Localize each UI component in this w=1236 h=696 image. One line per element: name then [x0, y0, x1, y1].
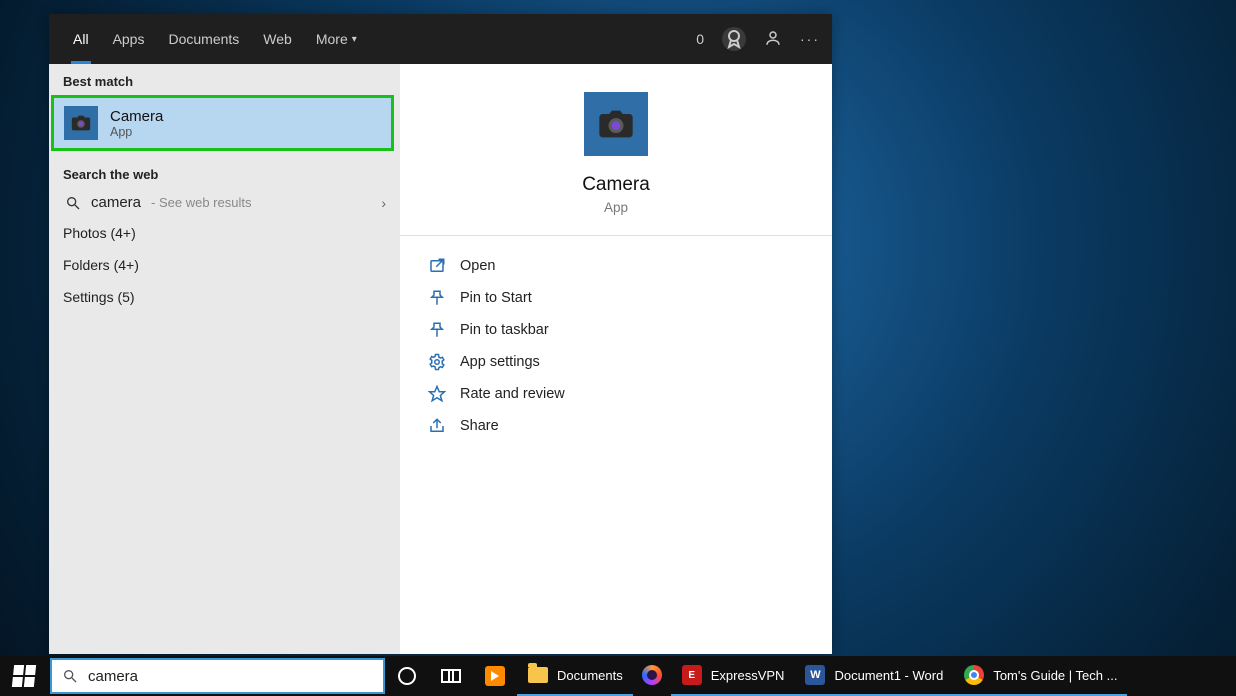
- tab-more[interactable]: More ▾: [304, 14, 369, 64]
- tab-apps[interactable]: Apps: [101, 14, 157, 64]
- result-preview-pane: Camera App Open Pin to Start Pin: [400, 64, 832, 654]
- star-icon: [428, 385, 446, 403]
- taskbar-app-expressvpn[interactable]: E ExpressVPN: [671, 656, 795, 696]
- feedback-icon[interactable]: [764, 29, 782, 50]
- web-hint-text: - See web results: [151, 195, 251, 210]
- action-pin-start[interactable]: Pin to Start: [424, 282, 808, 314]
- taskbar-search-input[interactable]: [88, 668, 373, 685]
- action-share-label: Share: [460, 418, 499, 434]
- taskbar-word-label: Document1 - Word: [834, 668, 943, 683]
- taskbar-app-documents[interactable]: Documents: [517, 656, 633, 696]
- pin-icon: [428, 289, 446, 307]
- action-pin-taskbar-label: Pin to taskbar: [460, 322, 549, 338]
- taskbar-expressvpn-label: ExpressVPN: [711, 668, 785, 683]
- cortana-icon: [398, 667, 416, 685]
- expressvpn-icon: E: [682, 665, 702, 685]
- action-app-settings[interactable]: App settings: [424, 346, 808, 378]
- camera-app-icon: [64, 106, 98, 140]
- chrome-icon: [964, 665, 984, 685]
- desktop: All Apps Documents Web More ▾ 0 ··· Best …: [0, 0, 1236, 696]
- taskbar-app-chrome[interactable]: Tom's Guide | Tech ...: [953, 656, 1127, 696]
- media-player-icon: [485, 666, 505, 686]
- taskbar-app-word[interactable]: W Document1 - Word: [794, 656, 953, 696]
- search-results-list: Best match Camera App Search the web cam…: [49, 64, 400, 654]
- action-rate-review[interactable]: Rate and review: [424, 378, 808, 410]
- search-icon: [65, 195, 81, 211]
- taskbar-search-box[interactable]: [50, 658, 385, 694]
- taskbar-documents-label: Documents: [557, 668, 623, 683]
- firefox-icon: [642, 665, 662, 685]
- action-pin-start-label: Pin to Start: [460, 290, 532, 306]
- task-view-button[interactable]: [429, 656, 473, 696]
- action-open-label: Open: [460, 258, 495, 274]
- start-search-panel: All Apps Documents Web More ▾ 0 ··· Best …: [49, 14, 832, 654]
- tab-web[interactable]: Web: [251, 14, 304, 64]
- gear-icon: [428, 353, 446, 371]
- start-button[interactable]: [0, 656, 48, 696]
- action-share[interactable]: Share: [424, 410, 808, 442]
- search-web-header: Search the web: [49, 157, 400, 188]
- search-web-item[interactable]: camera - See web results ›: [49, 188, 400, 217]
- tab-all-label: All: [73, 31, 89, 47]
- action-rate-label: Rate and review: [460, 386, 565, 402]
- chevron-down-icon: ▾: [352, 34, 357, 45]
- windows-logo-icon: [12, 665, 36, 687]
- search-icon: [62, 668, 78, 684]
- best-match-title: Camera: [110, 108, 163, 125]
- tab-documents[interactable]: Documents: [156, 14, 251, 64]
- task-view-icon: [441, 669, 461, 683]
- best-match-subtitle: App: [110, 125, 163, 139]
- best-match-header: Best match: [49, 64, 400, 95]
- folder-icon: [528, 667, 548, 683]
- tab-all[interactable]: All: [61, 14, 101, 64]
- chevron-right-icon: ›: [381, 195, 386, 211]
- tab-documents-label: Documents: [168, 31, 239, 47]
- preview-subtitle: App: [604, 200, 628, 215]
- category-settings[interactable]: Settings (5): [49, 281, 400, 313]
- action-app-settings-label: App settings: [460, 354, 540, 370]
- tab-web-label: Web: [263, 31, 292, 47]
- more-options-icon[interactable]: ···: [800, 31, 820, 47]
- preview-title: Camera: [582, 174, 650, 196]
- search-filter-tabs: All Apps Documents Web More ▾ 0 ···: [49, 14, 832, 64]
- camera-app-icon-large: [584, 92, 648, 156]
- web-query-text: camera: [91, 194, 141, 211]
- taskbar-chrome-label: Tom's Guide | Tech ...: [993, 668, 1117, 683]
- tab-apps-label: Apps: [113, 31, 145, 47]
- best-match-item[interactable]: Camera App: [51, 95, 394, 151]
- open-icon: [428, 257, 446, 275]
- tab-more-label: More: [316, 31, 348, 47]
- taskbar-app-firefox[interactable]: [633, 656, 671, 696]
- action-pin-taskbar[interactable]: Pin to taskbar: [424, 314, 808, 346]
- rewards-medal-icon[interactable]: [722, 27, 746, 51]
- category-photos[interactable]: Photos (4+): [49, 217, 400, 249]
- taskbar: Documents E ExpressVPN W Document1 - Wor…: [0, 656, 1236, 696]
- action-open[interactable]: Open: [424, 250, 808, 282]
- share-icon: [428, 417, 446, 435]
- pin-icon: [428, 321, 446, 339]
- rewards-points[interactable]: 0: [696, 31, 704, 47]
- category-folders[interactable]: Folders (4+): [49, 249, 400, 281]
- taskbar-app-media-player[interactable]: [473, 656, 517, 696]
- cortana-button[interactable]: [385, 656, 429, 696]
- word-icon: W: [805, 665, 825, 685]
